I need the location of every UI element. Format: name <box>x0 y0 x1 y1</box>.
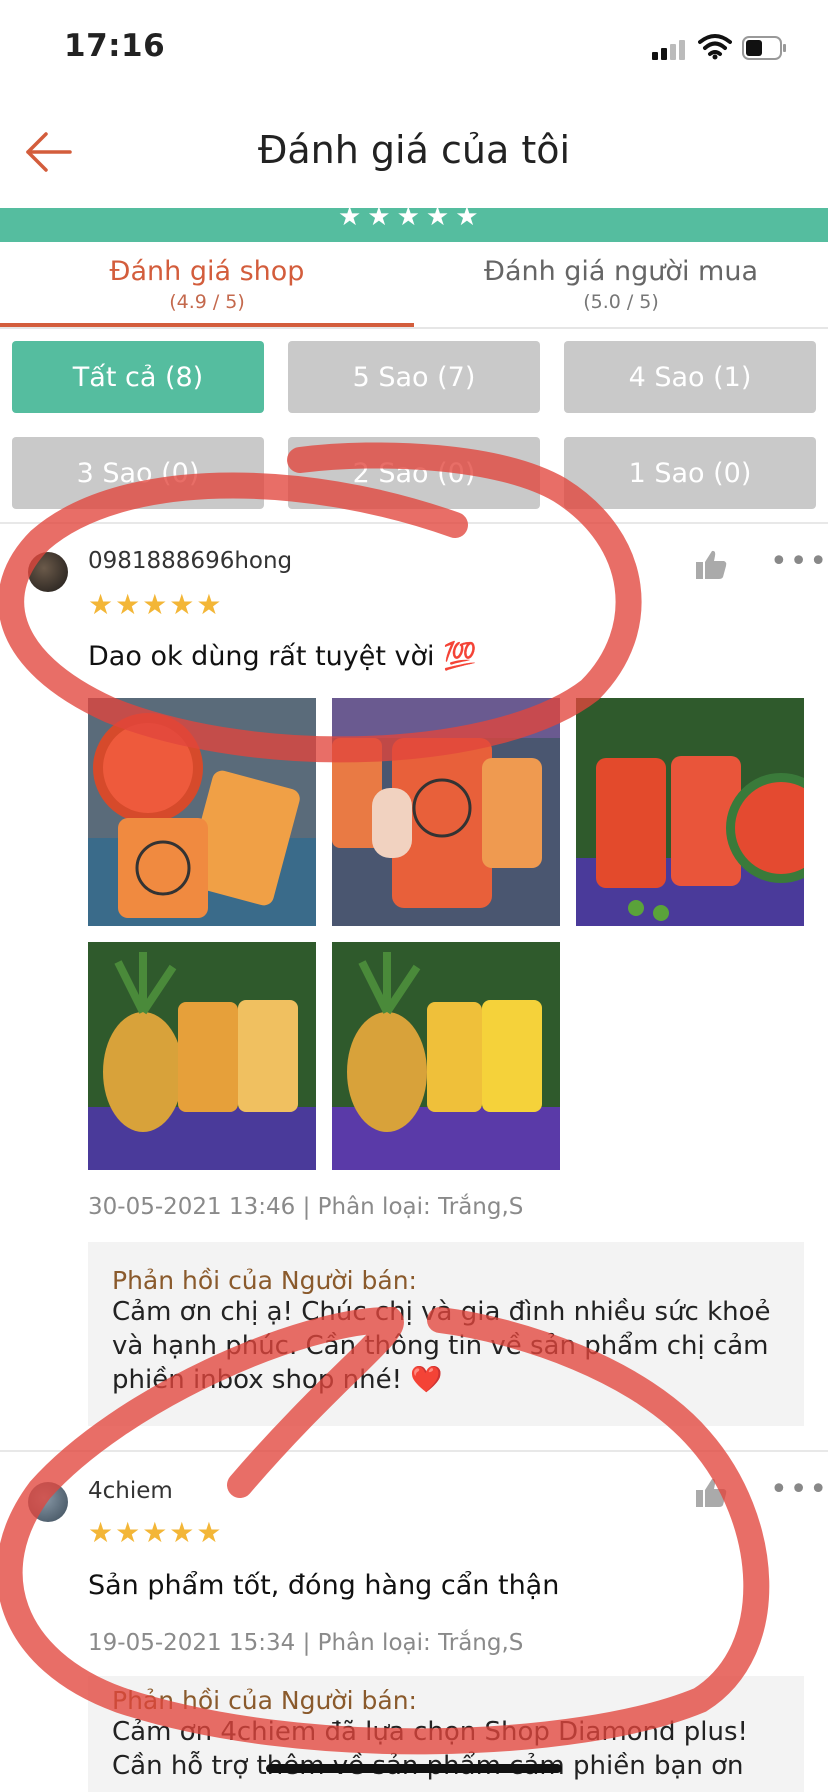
reply-title: Phản hồi của Người bán: <box>112 1266 417 1295</box>
review-photo[interactable] <box>88 698 316 926</box>
avatar[interactable] <box>28 552 68 592</box>
review-photo[interactable] <box>576 698 804 926</box>
rating-banner: ★★★★★ <box>0 208 828 242</box>
review-stars: ★★★★★ <box>88 1516 224 1549</box>
thumbs-up-icon[interactable] <box>694 1476 728 1510</box>
reply-line: Cảm ơn 4chiem đã lựa chọn Shop Diamond p… <box>112 1717 748 1747</box>
review-meta: 19-05-2021 15:34 | Phân loại: Trắng,S <box>88 1630 524 1656</box>
more-dots-icon[interactable]: ••• <box>770 1472 828 1507</box>
banner-stars: ★★★★★ <box>338 208 485 232</box>
review-text: Dao ok dùng rất tuyệt vời 💯 <box>88 641 477 672</box>
divider <box>0 327 828 329</box>
tab-label: Đánh giá shop <box>109 256 305 287</box>
more-dots-icon[interactable]: ••• <box>770 544 828 579</box>
tab-rating: (4.9 / 5) <box>169 291 245 313</box>
battery-icon <box>742 36 786 60</box>
review-username: 4chiem <box>88 1478 173 1504</box>
tab-label: Đánh giá người mua <box>484 256 758 287</box>
filter-5-stars[interactable]: 5 Sao (7) <box>288 341 540 413</box>
home-indicator <box>266 1764 562 1773</box>
thumbs-up-icon[interactable] <box>694 548 728 582</box>
filter-1-star[interactable]: 1 Sao (0) <box>564 437 816 509</box>
status-time: 17:16 <box>64 28 166 64</box>
filter-2-stars[interactable]: 2 Sao (0) <box>288 437 540 509</box>
review-text: Sản phẩm tốt, đóng hàng cẩn thận <box>88 1570 560 1601</box>
avatar[interactable] <box>28 1482 68 1522</box>
seller-reply: Phản hồi của Người bán: Cảm ơn chị ạ! Ch… <box>88 1242 804 1426</box>
tab-rating: (5.0 / 5) <box>583 291 659 313</box>
filter-4-stars[interactable]: 4 Sao (1) <box>564 341 816 413</box>
tab-shop-reviews[interactable]: Đánh giá shop (4.9 / 5) <box>0 256 414 313</box>
divider <box>0 1450 828 1452</box>
review-photo[interactable] <box>332 942 560 1170</box>
reply-title: Phản hồi của Người bán: <box>112 1686 417 1715</box>
filter-3-stars[interactable]: 3 Sao (0) <box>12 437 264 509</box>
page-title: Đánh giá của tôi <box>257 128 571 172</box>
tab-buyer-reviews[interactable]: Đánh giá người mua (5.0 / 5) <box>414 256 828 313</box>
filter-all[interactable]: Tất cả (8) <box>12 341 264 413</box>
review-stars: ★★★★★ <box>88 588 224 621</box>
reply-line: Cảm ơn chị ạ! Chúc chị và gia đình nhiều… <box>112 1297 771 1327</box>
review-meta: 30-05-2021 13:46 | Phân loại: Trắng,S <box>88 1194 524 1220</box>
reply-line: phiền inbox shop nhé! ❤️ <box>112 1365 443 1395</box>
seller-reply: Phản hồi của Người bán: Cảm ơn 4chiem đã… <box>88 1676 804 1792</box>
review-photo[interactable] <box>332 698 560 926</box>
review-photo[interactable] <box>88 942 316 1170</box>
review-username: 0981888696hong <box>88 548 293 574</box>
divider <box>0 522 828 524</box>
signal-icon <box>652 38 688 60</box>
wifi-icon <box>698 34 732 60</box>
reply-line: và hạnh phúc. Cần thông tin về sản phẩm … <box>112 1331 769 1361</box>
